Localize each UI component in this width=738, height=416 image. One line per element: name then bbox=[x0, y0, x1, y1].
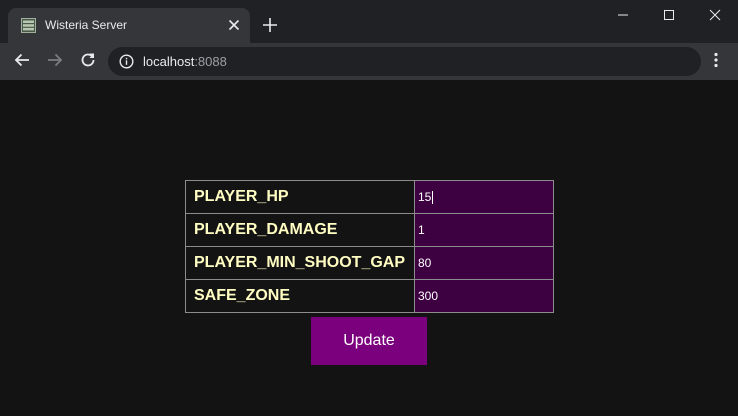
config-key: PLAYER_HP bbox=[185, 180, 415, 214]
close-icon[interactable] bbox=[227, 18, 241, 32]
more-vertical-icon bbox=[714, 52, 718, 73]
config-value-input[interactable]: 80 bbox=[415, 248, 553, 279]
config-key: SAFE_ZONE bbox=[185, 279, 415, 313]
config-value-input[interactable]: 15 bbox=[415, 182, 553, 213]
config-value-cell[interactable]: 15 bbox=[414, 180, 554, 214]
config-key: PLAYER_MIN_SHOOT_GAP bbox=[185, 246, 415, 280]
config-value: 1 bbox=[418, 223, 425, 237]
plus-icon[interactable] bbox=[261, 16, 279, 34]
config-row: PLAYER_HP 15 bbox=[185, 180, 554, 214]
minimize-button[interactable] bbox=[600, 0, 646, 30]
config-value-cell[interactable]: 300 bbox=[414, 279, 554, 313]
page-content: PLAYER_HP 15 PLAYER_DAMAGE 1 PLAYER_MIN_… bbox=[0, 80, 738, 416]
browser-titlebar: Wisteria Server bbox=[0, 0, 738, 43]
config-row: PLAYER_DAMAGE 1 bbox=[185, 213, 554, 247]
config-value: 80 bbox=[418, 256, 432, 270]
address-bar[interactable]: localhost:8088 bbox=[108, 47, 701, 76]
tab-title: Wisteria Server bbox=[45, 18, 128, 32]
browser-menu-button[interactable] bbox=[706, 51, 726, 73]
back-button[interactable] bbox=[11, 51, 33, 73]
reload-icon bbox=[79, 51, 97, 74]
config-value: 300 bbox=[418, 289, 439, 303]
config-value-input[interactable]: 300 bbox=[415, 281, 553, 312]
url-text: localhost:8088 bbox=[143, 54, 227, 69]
config-row: SAFE_ZONE 300 bbox=[185, 279, 554, 313]
reload-button[interactable] bbox=[77, 51, 99, 73]
browser-toolbar: localhost:8088 bbox=[0, 43, 738, 80]
info-icon[interactable] bbox=[119, 54, 134, 69]
config-value-input[interactable]: 1 bbox=[415, 215, 553, 246]
server-icon bbox=[21, 18, 36, 33]
update-button[interactable]: Update bbox=[311, 317, 427, 365]
config-table: PLAYER_HP 15 PLAYER_DAMAGE 1 PLAYER_MIN_… bbox=[185, 180, 554, 313]
text-caret bbox=[432, 190, 434, 204]
url-host: localhost bbox=[143, 54, 195, 69]
window-close-button[interactable] bbox=[692, 0, 738, 30]
arrow-right-icon bbox=[46, 51, 64, 74]
forward-button[interactable] bbox=[44, 51, 66, 73]
config-value-cell[interactable]: 80 bbox=[414, 246, 554, 280]
config-key: PLAYER_DAMAGE bbox=[185, 213, 415, 247]
url-port: :8088 bbox=[194, 54, 227, 69]
maximize-button[interactable] bbox=[646, 0, 692, 30]
browser-tab[interactable]: Wisteria Server bbox=[8, 8, 250, 43]
config-value: 15 bbox=[418, 190, 432, 204]
config-value-cell[interactable]: 1 bbox=[414, 213, 554, 247]
config-row: PLAYER_MIN_SHOOT_GAP 80 bbox=[185, 246, 554, 280]
arrow-left-icon bbox=[13, 51, 31, 74]
